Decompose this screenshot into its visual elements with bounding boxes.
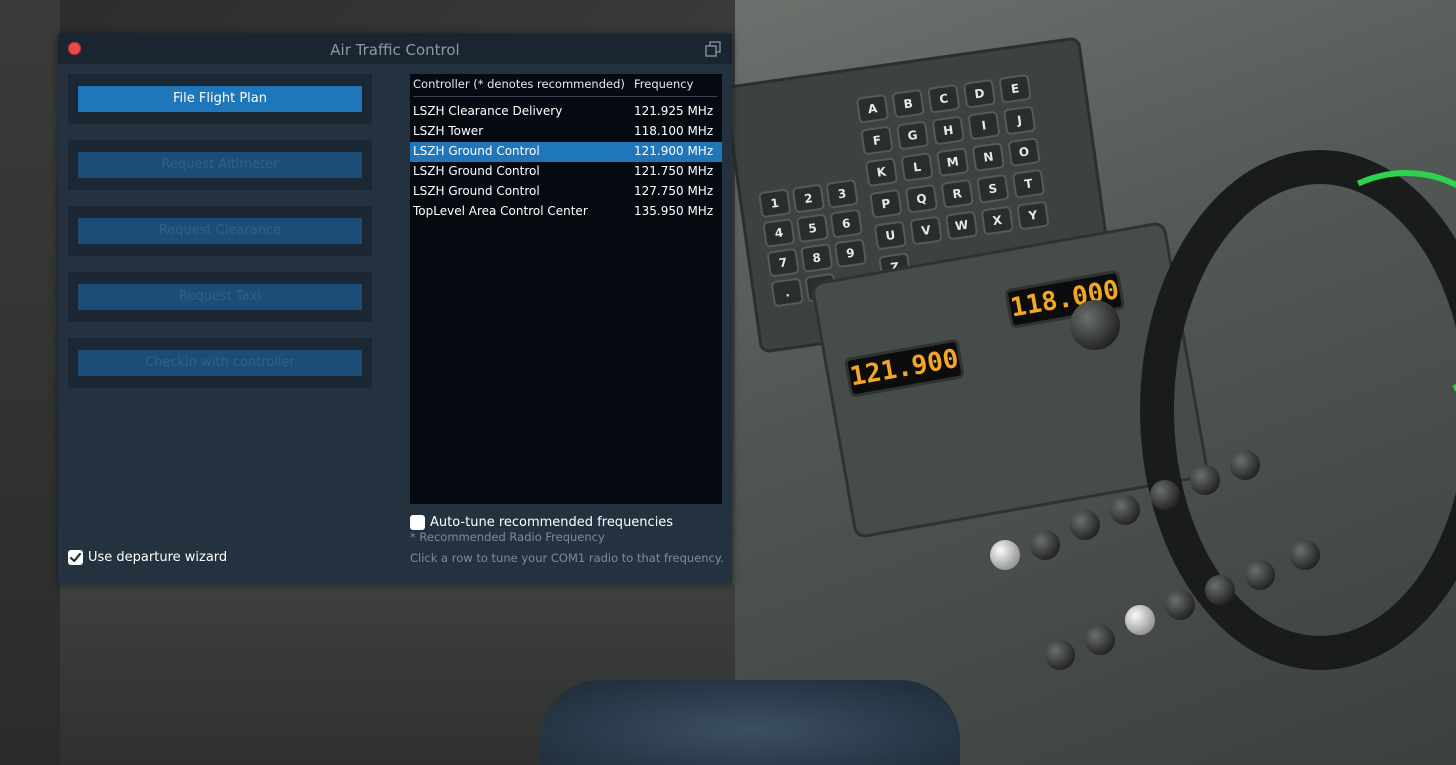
recommended-note: * Recommended Radio Frequency (410, 530, 605, 544)
volume-knob (990, 540, 1020, 570)
column-header-frequency[interactable]: Frequency (634, 77, 693, 91)
mcdu-key: 6 (829, 208, 863, 239)
mcdu-key: A (855, 93, 890, 124)
mcdu-key: Y (1016, 200, 1050, 231)
mcdu-key: C (927, 83, 961, 114)
controller-row[interactable]: TopLevel Area Control Center 135.950 MHz (410, 202, 722, 222)
cockpit-left-panel (0, 0, 60, 765)
volume-knob (1165, 590, 1195, 620)
mcdu-key: K (864, 157, 899, 188)
mcdu-key: X (980, 205, 1014, 236)
volume-knob (1290, 540, 1320, 570)
checkin-with-controller-button[interactable]: Checkin with controller (78, 350, 362, 376)
autotune-checkbox[interactable] (410, 515, 425, 530)
volume-knob (1085, 625, 1115, 655)
file-flight-plan-button[interactable]: File Flight Plan (78, 86, 362, 112)
controller-name: LSZH Clearance Delivery (413, 104, 563, 118)
action-card-request-altimeter: Request Altimeter (68, 140, 372, 190)
mcdu-key: W (944, 210, 979, 241)
volume-knob (1045, 640, 1075, 670)
controller-frequency: 121.750 MHz (634, 164, 714, 178)
controller-name: TopLevel Area Control Center (413, 204, 588, 218)
header-divider (413, 96, 717, 97)
controller-name: LSZH Ground Control (413, 144, 540, 158)
mcdu-key: J (1002, 105, 1037, 136)
volume-knob (1070, 510, 1100, 540)
action-card-file-flight-plan: File Flight Plan (68, 74, 372, 124)
mcdu-key: L (900, 152, 934, 183)
mcdu-key: O (1007, 137, 1041, 168)
volume-knob (1230, 450, 1260, 480)
departure-wizard-label: Use departure wizard (88, 550, 228, 565)
mcdu-key: I (967, 110, 1001, 141)
controller-name: LSZH Tower (413, 124, 484, 138)
mcdu-key: F (860, 125, 894, 156)
mcdu-key: B (891, 88, 925, 119)
mcdu-key: 9 (833, 238, 868, 269)
mcdu-key: 4 (762, 218, 796, 248)
atc-window: Air Traffic Control File Flight Plan Req… (58, 34, 732, 584)
mcdu-key: 8 (800, 243, 834, 273)
mcdu-key: V (909, 215, 943, 246)
mcdu-key: G (895, 120, 930, 151)
pilot-seat (540, 680, 960, 765)
mcdu-key: P (869, 188, 903, 219)
title-bar[interactable]: Air Traffic Control (58, 34, 732, 64)
controller-frequency: 118.100 MHz (634, 124, 714, 138)
controller-frequency: 121.925 MHz (634, 104, 714, 118)
controller-frequency: 127.750 MHz (634, 184, 714, 198)
mcdu-key: 7 (766, 247, 800, 278)
mcdu-key: 1 (758, 188, 792, 219)
popout-window-icon[interactable] (705, 41, 721, 57)
list-header: Controller (* denotes recommended) Frequ… (410, 74, 722, 96)
action-card-checkin: Checkin with controller (68, 338, 372, 388)
controller-row[interactable]: LSZH Tower 118.100 MHz (410, 122, 722, 142)
mcdu-key: R (940, 178, 974, 209)
mcdu-key: 2 (791, 183, 826, 214)
mcdu-key: S (976, 173, 1010, 204)
column-header-controller[interactable]: Controller (* denotes recommended) (413, 77, 625, 91)
volume-knob (1205, 575, 1235, 605)
action-card-request-taxi: Request Taxi (68, 272, 372, 322)
controller-list[interactable]: Controller (* denotes recommended) Frequ… (410, 74, 722, 504)
volume-knob (1030, 530, 1060, 560)
controller-row[interactable]: LSZH Clearance Delivery 121.925 MHz (410, 102, 722, 122)
controller-row-selected[interactable]: LSZH Ground Control 121.900 MHz (410, 142, 722, 162)
tune-hint: Click a row to tune your COM1 radio to t… (410, 551, 724, 565)
controller-frequency: 121.900 MHz (634, 144, 714, 158)
controller-name: LSZH Ground Control (413, 184, 540, 198)
volume-knob (1150, 480, 1180, 510)
mcdu-key: T (1011, 168, 1046, 199)
autotune-label: Auto-tune recommended frequencies (430, 515, 674, 530)
volume-knob (1190, 465, 1220, 495)
mcdu-key: E (998, 73, 1032, 104)
controller-row[interactable]: LSZH Ground Control 127.750 MHz (410, 182, 722, 202)
controller-frequency: 135.950 MHz (634, 204, 714, 218)
tuning-knob (1070, 300, 1120, 350)
volume-knob (1245, 560, 1275, 590)
mcdu-key: H (931, 115, 965, 146)
mcdu-key: D (962, 78, 997, 109)
mcdu-key: U (873, 220, 908, 251)
active-frequency-display: 121.900 (843, 338, 965, 398)
request-taxi-button[interactable]: Request Taxi (78, 284, 362, 310)
departure-wizard-checkbox[interactable] (68, 550, 83, 565)
volume-knob (1125, 605, 1155, 635)
request-clearance-button[interactable]: Request Clearance (78, 218, 362, 244)
mcdu-key: 5 (795, 213, 830, 244)
controller-row[interactable]: LSZH Ground Control 121.750 MHz (410, 162, 722, 182)
mcdu-key: . (770, 277, 804, 308)
controller-name: LSZH Ground Control (413, 164, 540, 178)
volume-knob (1110, 495, 1140, 525)
mcdu-key: M (936, 147, 970, 178)
mcdu-key: Q (904, 183, 939, 214)
mcdu-key: 3 (825, 178, 859, 209)
window-title: Air Traffic Control (330, 41, 460, 59)
action-card-request-clearance: Request Clearance (68, 206, 372, 256)
mcdu-key: N (971, 142, 1006, 173)
checkmark-icon (69, 552, 82, 563)
request-altimeter-button[interactable]: Request Altimeter (78, 152, 362, 178)
